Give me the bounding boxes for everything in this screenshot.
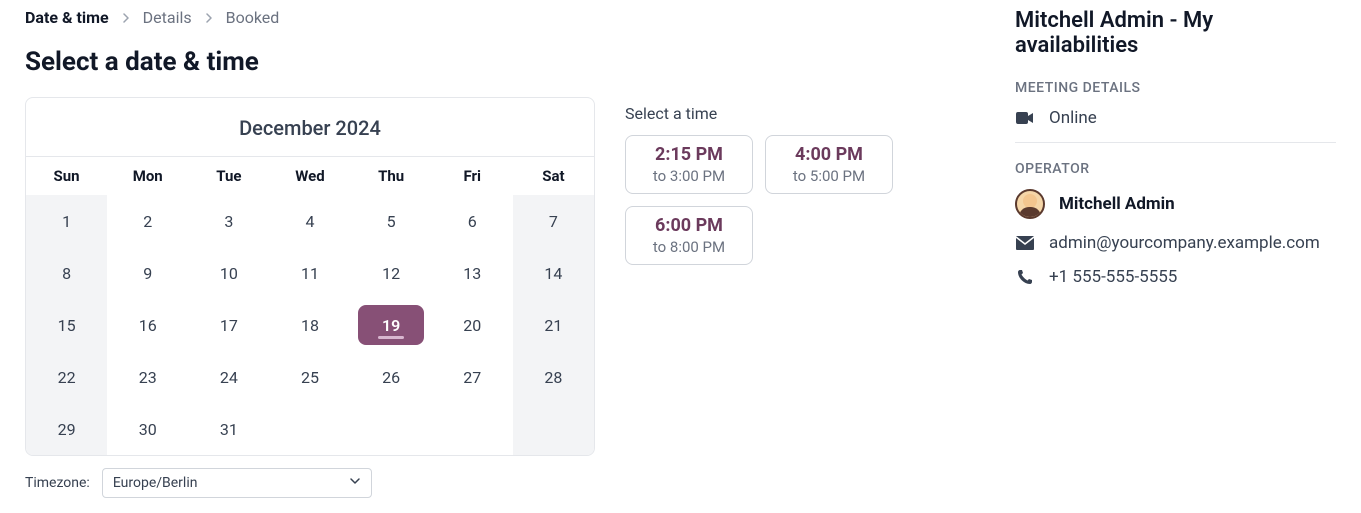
calendar-day[interactable]: 11 xyxy=(269,247,350,299)
calendar-day[interactable]: 8 xyxy=(26,247,107,299)
chevron-right-icon xyxy=(204,13,214,23)
select-time-heading: Select a time xyxy=(625,104,985,123)
calendar-day[interactable]: 22 xyxy=(26,351,107,403)
breadcrumb: Date & time Details Booked xyxy=(25,8,595,27)
slot-start: 6:00 PM xyxy=(646,215,732,236)
calendar-day[interactable]: 13 xyxy=(432,247,513,299)
chevron-down-icon xyxy=(349,475,361,491)
calendar-weekday: Wed xyxy=(269,157,350,195)
timezone-value: Europe/Berlin xyxy=(113,475,198,491)
operator-label: OPERATOR xyxy=(1015,161,1336,177)
calendar: December 2024 SunMonTueWedThuFriSat 1234… xyxy=(25,97,595,456)
calendar-day[interactable]: 28 xyxy=(513,351,594,403)
calendar-empty-cell xyxy=(432,403,513,455)
page-title: Select a date & time xyxy=(25,47,595,77)
calendar-day[interactable]: 6 xyxy=(432,195,513,247)
calendar-empty-cell xyxy=(269,403,350,455)
calendar-day[interactable]: 19 xyxy=(351,299,432,351)
calendar-day[interactable]: 9 xyxy=(107,247,188,299)
calendar-day[interactable]: 4 xyxy=(269,195,350,247)
calendar-day[interactable]: 17 xyxy=(188,299,269,351)
calendar-weekday: Mon xyxy=(107,157,188,195)
calendar-weekday: Sun xyxy=(26,157,107,195)
operator-email-row: admin@yourcompany.example.com xyxy=(1015,233,1336,253)
slot-end: to 3:00 PM xyxy=(646,167,732,185)
slot-start: 2:15 PM xyxy=(646,144,732,165)
side-title: Mitchell Admin - My availabilities xyxy=(1015,8,1336,58)
timezone-row: Timezone: Europe/Berlin xyxy=(25,468,595,498)
calendar-day[interactable]: 12 xyxy=(351,247,432,299)
calendar-empty-cell xyxy=(351,403,432,455)
calendar-day[interactable]: 15 xyxy=(26,299,107,351)
calendar-day[interactable]: 7 xyxy=(513,195,594,247)
divider xyxy=(1015,142,1336,143)
calendar-weekday: Tue xyxy=(188,157,269,195)
breadcrumb-item[interactable]: Details xyxy=(143,8,192,27)
calendar-day[interactable]: 14 xyxy=(513,247,594,299)
calendar-month-label: December 2024 xyxy=(26,98,594,157)
chevron-right-icon xyxy=(121,13,131,23)
calendar-day[interactable]: 23 xyxy=(107,351,188,403)
meeting-location-value: Online xyxy=(1049,108,1097,128)
calendar-weekday-row: SunMonTueWedThuFriSat xyxy=(26,157,594,195)
calendar-day[interactable]: 30 xyxy=(107,403,188,455)
meeting-details-label: MEETING DETAILS xyxy=(1015,80,1336,96)
calendar-day[interactable]: 31 xyxy=(188,403,269,455)
calendar-grid: 1234567891011121314151617181920212223242… xyxy=(26,195,594,455)
time-slot[interactable]: 6:00 PM to 8:00 PM xyxy=(625,206,753,265)
calendar-day[interactable]: 25 xyxy=(269,351,350,403)
calendar-day[interactable]: 1 xyxy=(26,195,107,247)
calendar-day[interactable]: 29 xyxy=(26,403,107,455)
calendar-weekday: Thu xyxy=(351,157,432,195)
calendar-day[interactable]: 18 xyxy=(269,299,350,351)
timezone-label: Timezone: xyxy=(25,475,90,491)
breadcrumb-item[interactable]: Booked xyxy=(226,8,280,27)
calendar-day[interactable]: 24 xyxy=(188,351,269,403)
meeting-location-row: Online xyxy=(1015,108,1336,128)
video-camera-icon xyxy=(1015,111,1035,125)
operator-name: Mitchell Admin xyxy=(1059,194,1175,214)
operator-email-value: admin@yourcompany.example.com xyxy=(1049,233,1320,253)
slot-end: to 8:00 PM xyxy=(646,238,732,256)
calendar-weekday: Fri xyxy=(432,157,513,195)
envelope-icon xyxy=(1015,236,1035,250)
breadcrumb-item[interactable]: Date & time xyxy=(25,8,109,27)
time-slot[interactable]: 2:15 PM to 3:00 PM xyxy=(625,135,753,194)
calendar-day[interactable]: 5 xyxy=(351,195,432,247)
timezone-select[interactable]: Europe/Berlin xyxy=(102,468,372,498)
calendar-empty-cell xyxy=(513,403,594,455)
operator-row: Mitchell Admin xyxy=(1015,189,1336,219)
time-slot[interactable]: 4:00 PM to 5:00 PM xyxy=(765,135,893,194)
calendar-day[interactable]: 21 xyxy=(513,299,594,351)
calendar-weekday: Sat xyxy=(513,157,594,195)
phone-icon xyxy=(1015,269,1035,285)
calendar-day[interactable]: 16 xyxy=(107,299,188,351)
time-slot-list: 2:15 PM to 3:00 PM 4:00 PM to 5:00 PM 6:00 P… xyxy=(625,135,985,265)
calendar-day[interactable]: 27 xyxy=(432,351,513,403)
calendar-day[interactable]: 3 xyxy=(188,195,269,247)
calendar-day[interactable]: 26 xyxy=(351,351,432,403)
calendar-day[interactable]: 2 xyxy=(107,195,188,247)
calendar-day[interactable]: 10 xyxy=(188,247,269,299)
operator-phone-value: +1 555-555-5555 xyxy=(1049,267,1177,287)
slot-end: to 5:00 PM xyxy=(786,167,872,185)
operator-phone-row: +1 555-555-5555 xyxy=(1015,267,1336,287)
avatar xyxy=(1015,189,1045,219)
slot-start: 4:00 PM xyxy=(786,144,872,165)
calendar-day[interactable]: 20 xyxy=(432,299,513,351)
